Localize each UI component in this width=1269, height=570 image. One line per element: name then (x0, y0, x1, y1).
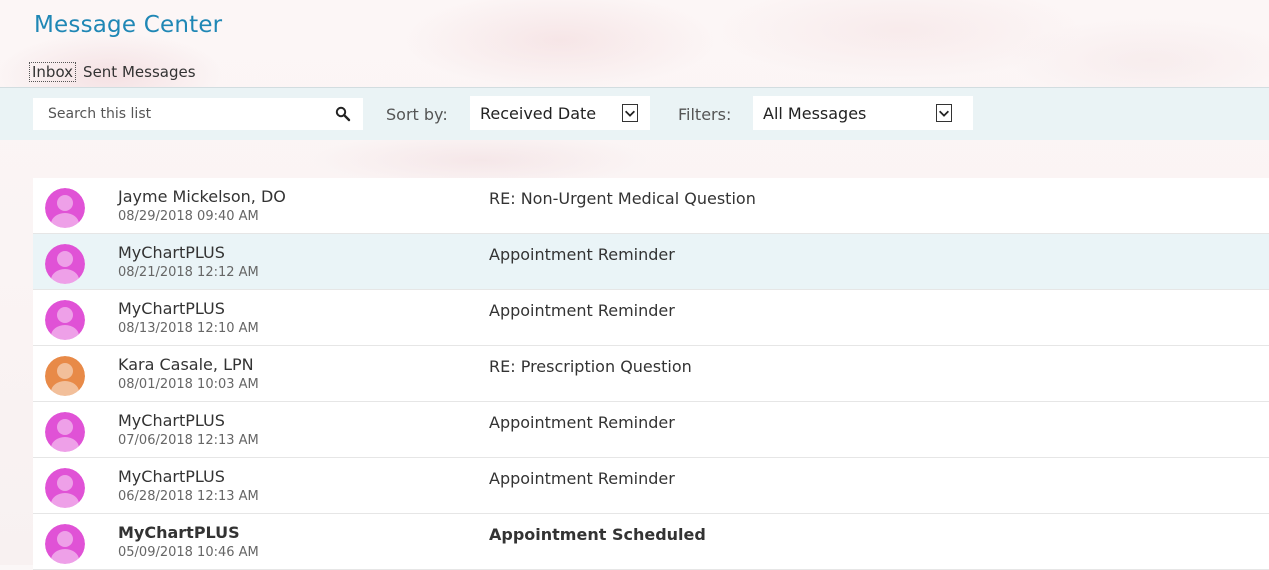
message-sender: MyChartPLUS (118, 299, 225, 318)
person-avatar-icon (45, 356, 85, 396)
message-sender: Jayme Mickelson, DO (118, 187, 286, 206)
search-input[interactable] (46, 105, 330, 123)
message-row[interactable]: MyChartPLUS 05/09/2018 10:46 AM Appointm… (33, 514, 1269, 570)
filter-select[interactable]: All Messages (753, 96, 973, 130)
message-sender: MyChartPLUS (118, 523, 240, 542)
message-row[interactable]: MyChartPLUS 08/13/2018 12:10 AM Appointm… (33, 290, 1269, 346)
message-subject: RE: Prescription Question (489, 357, 692, 376)
chevron-down-icon[interactable] (622, 104, 638, 122)
message-subject: Appointment Reminder (489, 469, 675, 488)
message-sender: Kara Casale, LPN (118, 355, 254, 374)
message-date: 08/01/2018 10:03 AM (118, 377, 259, 392)
person-avatar-icon (45, 188, 85, 228)
sort-label: Sort by: (386, 105, 448, 124)
message-row[interactable]: Jayme Mickelson, DO 08/29/2018 09:40 AM … (33, 178, 1269, 234)
chevron-down-icon[interactable] (936, 104, 952, 122)
message-row[interactable]: Kara Casale, LPN 08/01/2018 10:03 AM RE:… (33, 346, 1269, 402)
tab-inbox[interactable]: Inbox (28, 62, 77, 82)
search-box[interactable] (33, 98, 363, 130)
message-date: 05/09/2018 10:46 AM (118, 545, 259, 560)
message-date: 06/28/2018 12:13 AM (118, 489, 259, 504)
message-subject: Appointment Scheduled (489, 525, 706, 544)
message-subject: Appointment Reminder (489, 245, 675, 264)
message-row[interactable]: MyChartPLUS 08/21/2018 12:12 AM Appointm… (33, 234, 1269, 290)
message-list: Jayme Mickelson, DO 08/29/2018 09:40 AM … (33, 178, 1269, 570)
sort-select[interactable]: Received Date (470, 96, 650, 130)
sort-value: Received Date (480, 104, 597, 123)
page-title: Message Center (34, 12, 223, 38)
message-sender: MyChartPLUS (118, 243, 225, 262)
message-subject: Appointment Reminder (489, 301, 675, 320)
list-toolbar: Sort by: Received Date Filters: All Mess… (0, 87, 1269, 140)
person-avatar-icon (45, 412, 85, 452)
message-row[interactable]: MyChartPLUS 07/06/2018 12:13 AM Appointm… (33, 402, 1269, 458)
message-subject: RE: Non-Urgent Medical Question (489, 189, 756, 208)
search-icon[interactable] (335, 106, 351, 122)
message-date: 07/06/2018 12:13 AM (118, 433, 259, 448)
tab-sent-messages[interactable]: Sent Messages (81, 63, 197, 81)
filters-label: Filters: (678, 105, 732, 124)
person-avatar-icon (45, 524, 85, 564)
message-date: 08/29/2018 09:40 AM (118, 209, 259, 224)
message-subject: Appointment Reminder (489, 413, 675, 432)
message-date: 08/21/2018 12:12 AM (118, 265, 259, 280)
message-sender: MyChartPLUS (118, 411, 225, 430)
person-avatar-icon (45, 468, 85, 508)
person-avatar-icon (45, 300, 85, 340)
filter-value: All Messages (763, 104, 867, 123)
message-tabs: Inbox Sent Messages (28, 62, 198, 82)
message-date: 08/13/2018 12:10 AM (118, 321, 259, 336)
person-avatar-icon (45, 244, 85, 284)
message-row[interactable]: MyChartPLUS 06/28/2018 12:13 AM Appointm… (33, 458, 1269, 514)
message-sender: MyChartPLUS (118, 467, 225, 486)
